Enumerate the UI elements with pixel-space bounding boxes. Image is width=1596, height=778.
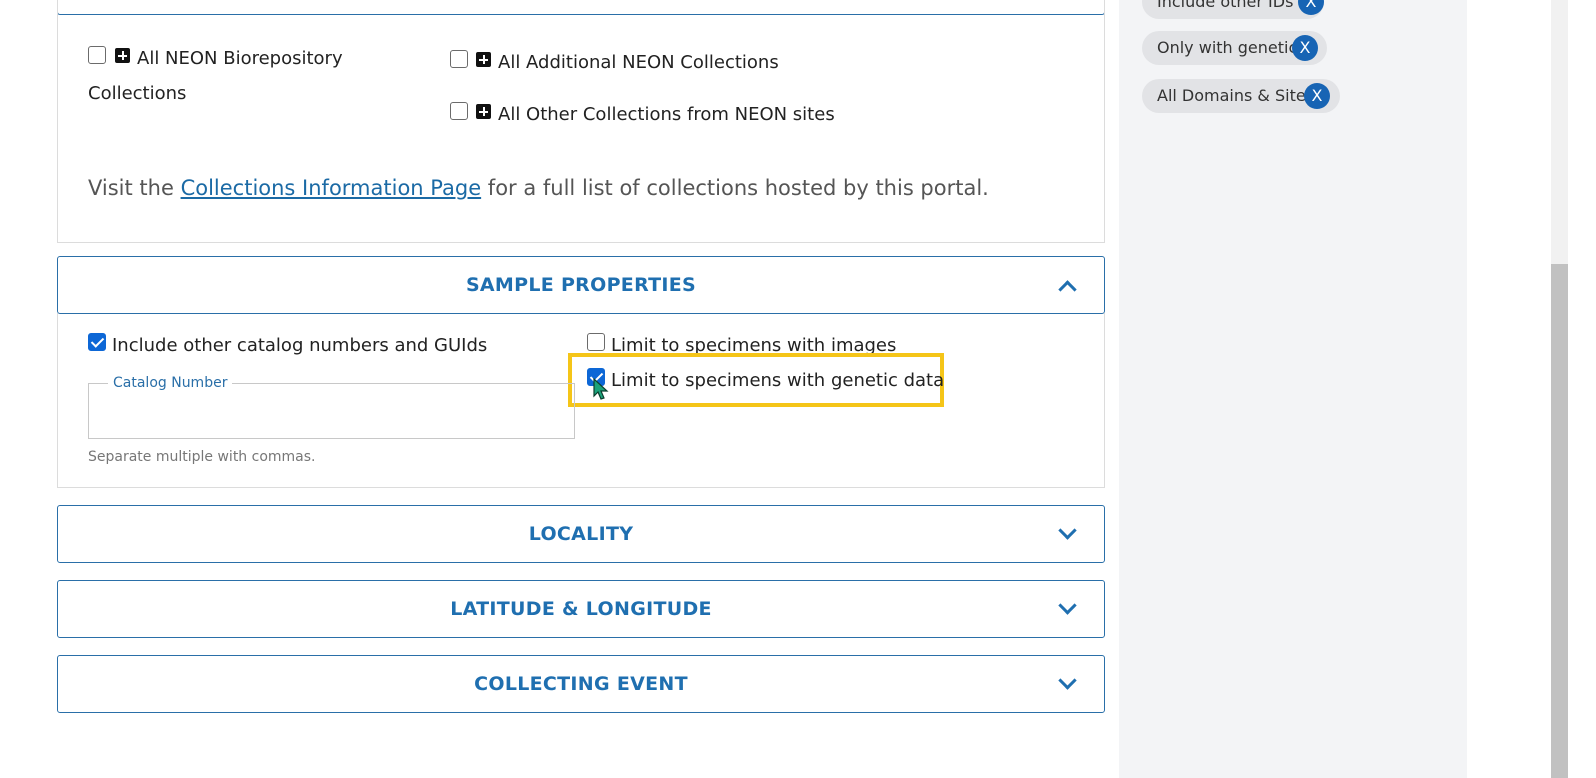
- other-collections-label: All Other Collections from NEON sites: [498, 104, 835, 125]
- remove-chip-button[interactable]: X: [1298, 0, 1324, 15]
- additional-collections-label: All Additional NEON Collections: [498, 52, 779, 73]
- include-other-ids-checkbox[interactable]: [88, 333, 106, 351]
- locality-title: LOCALITY: [528, 523, 634, 545]
- expand-plus-icon[interactable]: [476, 104, 491, 119]
- include-other-ids-label: Include other catalog numbers and GUIds: [112, 335, 488, 356]
- chip-label: Include other IDs: [1157, 0, 1294, 11]
- biorepository-checkbox[interactable]: [88, 46, 106, 64]
- criteria-sidebar: Include other IDs X Only with genetic X …: [1119, 0, 1467, 778]
- collections-info-text: Visit the Collections Information Page f…: [88, 176, 989, 200]
- collections-info-link[interactable]: Collections Information Page: [181, 176, 482, 200]
- latlong-header[interactable]: LATITUDE & LONGITUDE: [57, 580, 1105, 638]
- expand-plus-icon[interactable]: [115, 48, 130, 63]
- expand-plus-icon[interactable]: [476, 52, 491, 67]
- additional-collections-checkbox[interactable]: [450, 50, 468, 68]
- scrollbar-thumb[interactable]: [1551, 264, 1568, 778]
- other-collections-checkbox[interactable]: [450, 102, 468, 120]
- sample-properties-title: SAMPLE PROPERTIES: [465, 274, 697, 296]
- collecting-event-title: COLLECTING EVENT: [474, 673, 688, 695]
- latlong-title: LATITUDE & LONGITUDE: [450, 598, 712, 620]
- sample-properties-header[interactable]: SAMPLE PROPERTIES: [57, 256, 1105, 314]
- criteria-chip: Include other IDs X: [1142, 0, 1324, 19]
- catalog-number-input[interactable]: [88, 383, 575, 439]
- visit-suffix: for a full list of collections hosted by…: [481, 176, 989, 200]
- visit-prefix: Visit the: [88, 176, 181, 200]
- limit-images-checkbox[interactable]: [587, 333, 605, 351]
- biorepository-label: All NEON Biorepository: [137, 48, 343, 69]
- chip-label: All Domains & Sites: [1157, 86, 1315, 105]
- collecting-event-header[interactable]: COLLECTING EVENT: [57, 655, 1105, 713]
- chip-label: Only with genetic: [1157, 38, 1298, 57]
- remove-chip-button[interactable]: X: [1292, 35, 1318, 61]
- limit-genetic-label: Limit to specimens with genetic data: [611, 370, 945, 391]
- criteria-chip: Only with genetic X: [1142, 31, 1327, 65]
- search-form: All NEON Biorepository Collections All A…: [0, 0, 1138, 778]
- locality-header[interactable]: LOCALITY: [57, 505, 1105, 563]
- catalog-number-legend: Catalog Number: [108, 375, 233, 391]
- mouse-cursor-icon: [593, 378, 609, 400]
- criteria-chip: All Domains & Sites X: [1142, 79, 1340, 113]
- catalog-number-help: Separate multiple with commas.: [88, 449, 316, 465]
- remove-chip-button[interactable]: X: [1304, 83, 1330, 109]
- biorepository-label-cont: Collections: [88, 83, 187, 104]
